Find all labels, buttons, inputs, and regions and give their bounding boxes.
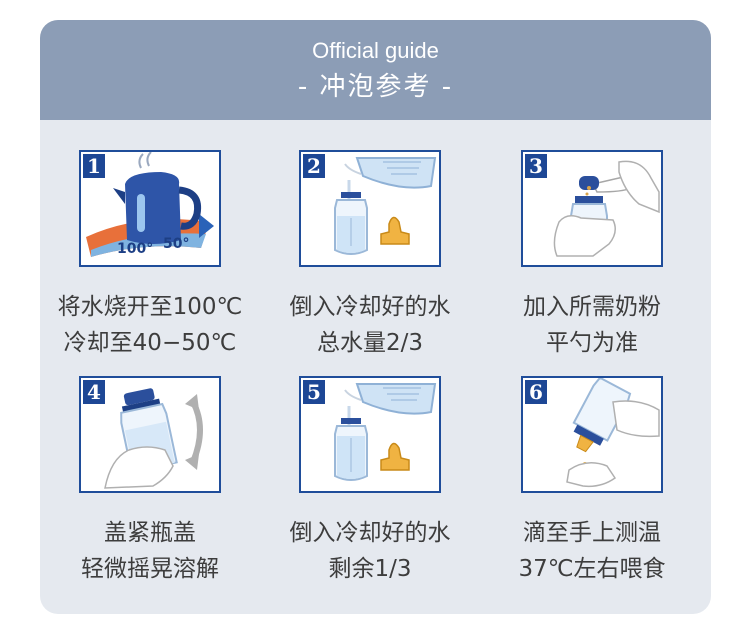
caption-line-2: 冷却至40−50℃ <box>63 330 237 356</box>
step-caption: 将水烧开至100℃ 冷却至40−50℃ <box>40 289 260 361</box>
step-6-illustration: 6 <box>521 376 663 493</box>
step-caption: 加入所需奶粉 平勺为准 <box>482 289 702 361</box>
caption-line-2: 37℃左右喂食 <box>518 556 666 582</box>
step-2: 2 倒入冷却好的水 总水量2/3 <box>260 150 480 361</box>
step-number: 1 <box>83 154 105 178</box>
caption-line-2: 平勺为准 <box>546 330 638 356</box>
step-3-illustration: 3 <box>521 150 663 267</box>
step-3: 3 加入所需奶粉 平勺为准 <box>482 150 702 361</box>
preparation-guide-card: Official guide - 冲泡参考 - 1 100° 50° 将水烧开至… <box>40 20 711 614</box>
caption-line-1: 倒入冷却好的水 <box>289 520 451 546</box>
guide-header: Official guide - 冲泡参考 - <box>40 20 711 120</box>
step-6: 6 滴至手上测温 37℃左右喂食 <box>482 376 702 587</box>
step-caption: 滴至手上测温 37℃左右喂食 <box>482 515 702 587</box>
step-1-illustration: 1 100° 50° <box>79 150 221 267</box>
step-4: 4 盖紧瓶盖 轻微摇晃溶解 <box>40 376 260 587</box>
caption-line-1: 加入所需奶粉 <box>523 294 661 320</box>
step-caption: 倒入冷却好的水 总水量2/3 <box>260 289 480 361</box>
step-number: 2 <box>303 154 325 178</box>
caption-line-1: 滴至手上测温 <box>523 520 661 546</box>
step-number: 6 <box>525 380 547 404</box>
step-4-illustration: 4 <box>79 376 221 493</box>
caption-line-2: 总水量2/3 <box>316 330 423 356</box>
header-title-en: Official guide <box>312 38 439 63</box>
step-number: 5 <box>303 380 325 404</box>
caption-line-2: 剩余1/3 <box>328 556 412 582</box>
step-caption: 倒入冷却好的水 剩余1/3 <box>260 515 480 587</box>
step-5-illustration: 5 <box>299 376 441 493</box>
step-2-illustration: 2 <box>299 150 441 267</box>
temp-label-50: 50° <box>163 236 189 252</box>
caption-line-1: 倒入冷却好的水 <box>289 294 451 320</box>
caption-line-2: 轻微摇晃溶解 <box>81 556 219 582</box>
step-caption: 盖紧瓶盖 轻微摇晃溶解 <box>40 515 260 587</box>
caption-line-1: 将水烧开至100℃ <box>57 294 243 320</box>
step-number: 3 <box>525 154 547 178</box>
temp-label-100: 100° <box>117 241 153 257</box>
header-title-zh: - 冲泡参考 - <box>297 72 454 102</box>
step-1: 1 100° 50° 将水烧开至100℃ 冷却至40−50℃ <box>40 150 260 361</box>
caption-line-1: 盖紧瓶盖 <box>104 520 196 546</box>
step-number: 4 <box>83 380 105 404</box>
step-5: 5 倒入冷却好的水 剩余1/3 <box>260 376 480 587</box>
